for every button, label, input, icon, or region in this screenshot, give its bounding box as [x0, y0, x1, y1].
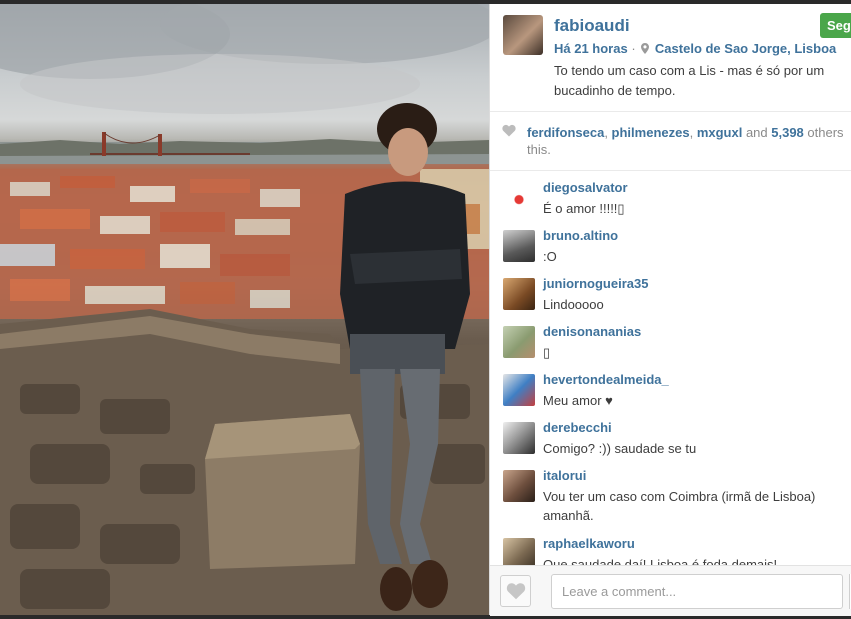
post-caption: To tendo um caso com a Lis - mas é só po… — [554, 63, 825, 98]
post-photo — [0, 4, 489, 615]
heart-icon — [502, 124, 516, 137]
owner-username-link[interactable]: fabioaudi — [554, 16, 630, 36]
liker-link[interactable]: philmenezes — [612, 125, 690, 140]
liker-link[interactable]: mxguxl — [697, 125, 743, 140]
commenter-username-link[interactable]: raphaelkaworu — [543, 536, 635, 551]
commenter-avatar[interactable] — [503, 538, 535, 565]
commenter-username-link[interactable]: bruno.altino — [543, 228, 618, 243]
commenter-username-link[interactable]: italorui — [543, 468, 586, 483]
comment-text: É o amor !!!!!▯ — [543, 201, 625, 216]
commenter-avatar[interactable] — [503, 278, 535, 310]
comment-text: Lindooooo — [543, 297, 604, 312]
commenter-avatar[interactable] — [503, 230, 535, 262]
comment-text: :O — [543, 249, 557, 264]
comment-text: Meu amor ♥ — [543, 393, 613, 408]
likes-suffix-wrap: this. — [527, 142, 551, 157]
commenter-avatar[interactable] — [503, 470, 535, 502]
post-details-panel: fabioaudi Seg Há 21 horas · Castelo de S… — [489, 4, 851, 616]
likes-count-link[interactable]: 5,398 — [771, 125, 804, 140]
comment-input[interactable] — [551, 574, 843, 609]
location-link[interactable]: Castelo de Sao Jorge, Lisboa — [655, 41, 836, 56]
map-pin-icon — [641, 43, 650, 54]
liker-link[interactable]: ferdifonseca — [527, 125, 604, 140]
comment-text: Vou ter um caso com Coimbra (irmã de Lis… — [543, 489, 816, 523]
comment-footer — [490, 565, 851, 616]
heart-icon — [506, 583, 526, 600]
commenter-username-link[interactable]: derebecchi — [543, 420, 612, 435]
commenter-username-link[interactable]: denisonananias — [543, 324, 641, 339]
likes-separator: , — [689, 125, 697, 140]
likes-and: and — [742, 125, 772, 140]
comment-text: Comigo? :)) saudade se tu — [543, 441, 697, 456]
commenter-username-link[interactable]: hevertondealmeida_ — [543, 372, 669, 387]
post-header: fabioaudi Seg Há 21 horas · Castelo de S… — [490, 4, 851, 112]
commenter-avatar[interactable] — [503, 422, 535, 454]
comments-list[interactable]: diegosalvator É o amor !!!!!▯ bruno.alti… — [490, 172, 851, 565]
comment-text: ▯ — [543, 345, 551, 360]
commenter-avatar[interactable] — [503, 374, 535, 406]
photo-scene — [0, 4, 489, 615]
commenter-username-link[interactable]: diegosalvator — [543, 180, 628, 195]
commenter-avatar[interactable] — [503, 326, 535, 358]
comment-text: Que saudade daí! Lisboa é foda demais! — [543, 557, 778, 565]
likes-suffix: others — [803, 125, 844, 140]
commenter-avatar[interactable] — [503, 182, 535, 214]
commenter-username-link[interactable]: juniornogueira35 — [543, 276, 648, 291]
meta-separator: · — [631, 41, 636, 56]
likes-separator: , — [604, 125, 612, 140]
post-time-link[interactable]: Há 21 horas — [554, 41, 628, 56]
like-button[interactable] — [500, 575, 531, 607]
owner-avatar[interactable] — [503, 15, 543, 55]
post-meta: Há 21 horas · Castelo de Sao Jorge, Lisb… — [554, 41, 836, 56]
likes-text: ferdifonseca, philmenezes, mxguxl and 5,… — [527, 124, 851, 158]
follow-button[interactable]: Seg — [820, 13, 851, 38]
